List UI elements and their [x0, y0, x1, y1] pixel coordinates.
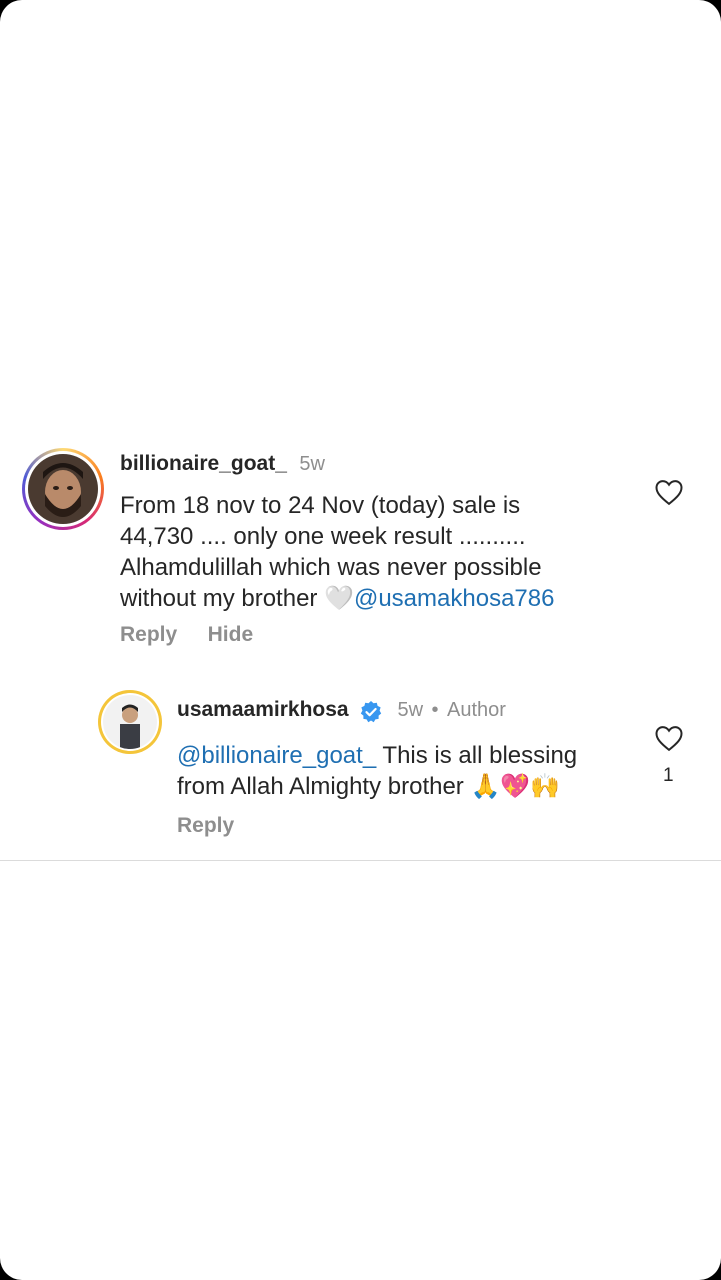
avatar-billionaire-goat[interactable] — [22, 448, 104, 530]
reply-header: usamaamirkhosa 5w • Author — [177, 698, 506, 724]
reply-line: @billionaire_goat_ This is all blessing — [177, 740, 627, 771]
comment-time: 5w — [299, 453, 325, 475]
reply-time: 5w — [397, 699, 424, 721]
comment-text: From 18 nov to 24 Nov (today) sale is 44… — [120, 490, 640, 614]
verified-badge-icon — [360, 700, 382, 723]
hide-button[interactable]: Hide — [208, 623, 254, 646]
reply-line-text: This is all blessing — [376, 742, 578, 769]
reply-button[interactable]: Reply — [177, 814, 234, 837]
person-photo-icon — [103, 695, 157, 749]
comment-line: Alhamdulillah which was never possible — [120, 554, 542, 581]
heart-outline-icon[interactable] — [654, 478, 684, 506]
comment-actions: Reply Hide — [120, 623, 253, 647]
reply-text: @billionaire_goat_ This is all blessing … — [177, 740, 627, 802]
avatar-usamaamirkhosa[interactable] — [98, 690, 162, 754]
heart-outline-icon[interactable] — [654, 724, 684, 752]
person-photo-icon — [28, 454, 98, 524]
comment-line: 44,730 .... only one week result .......… — [120, 523, 526, 550]
author-tag: Author — [447, 699, 506, 721]
reply-button[interactable]: Reply — [120, 623, 177, 646]
comment-line: From 18 nov to 24 Nov (today) sale is — [120, 492, 521, 519]
comment-line: without my brother 🤍@usamakhosa786 — [120, 583, 640, 614]
comment-header: billionaire_goat_ 5w — [120, 452, 325, 476]
comment-line-text: without my brother 🤍 — [120, 585, 354, 612]
mention-link[interactable]: @usamakhosa786 — [354, 585, 554, 612]
separator-dot: • — [431, 699, 439, 721]
avatar-photo — [28, 454, 98, 524]
mention-link[interactable]: @billionaire_goat_ — [177, 742, 376, 769]
avatar-photo — [103, 695, 157, 749]
reply-line: from Allah Almighty brother 🙏💖🙌 — [177, 773, 561, 800]
like-count: 1 — [663, 765, 674, 786]
screenshot-card: billionaire_goat_ 5w From 18 nov to 24 N… — [0, 0, 721, 1280]
divider — [0, 860, 721, 861]
reply-username[interactable]: usamaamirkhosa — [177, 698, 349, 721]
reply-actions: Reply — [177, 814, 234, 838]
comment-username[interactable]: billionaire_goat_ — [120, 452, 287, 475]
